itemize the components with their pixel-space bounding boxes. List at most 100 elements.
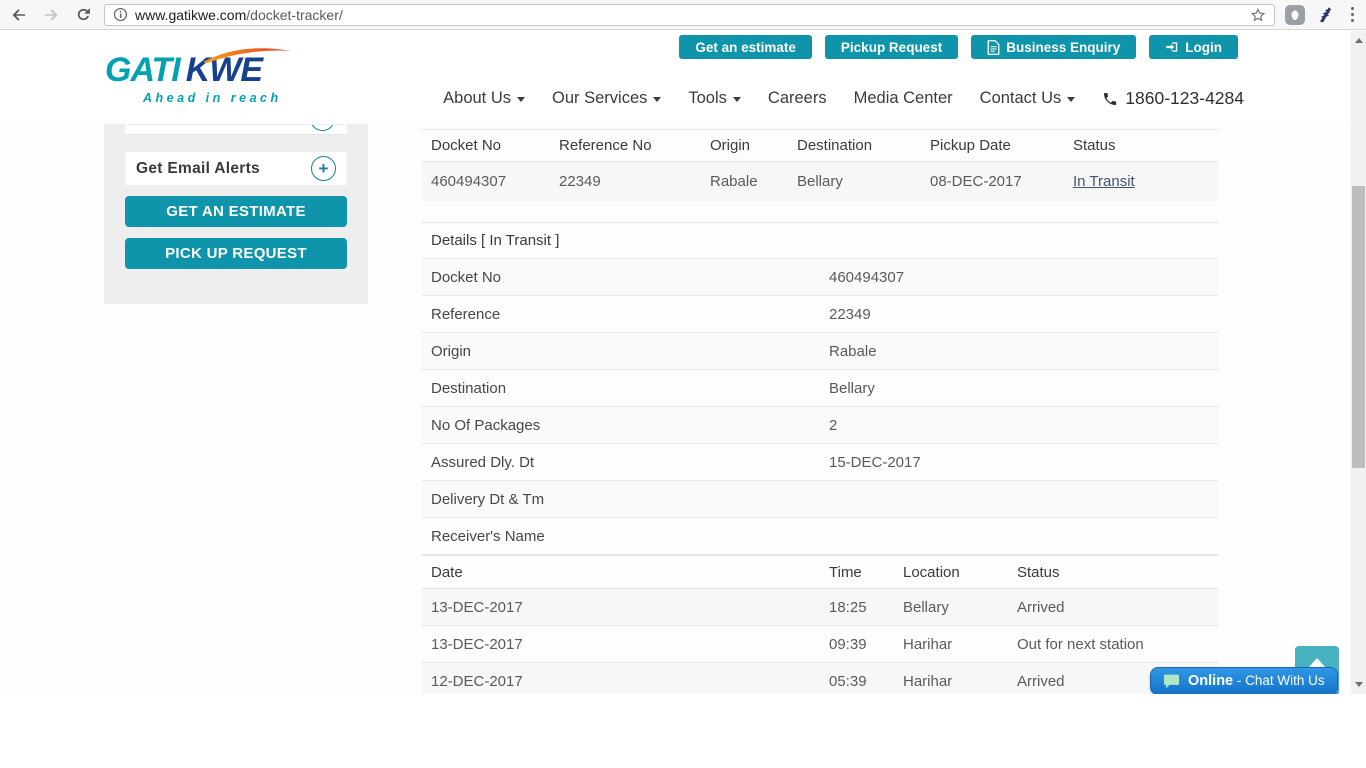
logo-swoosh-icon [201, 44, 293, 64]
get-an-estimate-label: Get an estimate [695, 39, 796, 55]
detail-row-delivery-dt: Delivery Dt & Tm [422, 481, 1218, 518]
gatikwe-logo[interactable]: GATI KWE Ahead in reach [105, 48, 295, 105]
detail-label: Destination [431, 379, 507, 397]
detail-label: Receiver's Name [431, 527, 545, 545]
history-time: 05:39 [829, 672, 867, 690]
history-table-header: Date Time Location Status [422, 555, 1218, 589]
browser-menu-icon[interactable] [1347, 7, 1358, 22]
chevron-up-icon [1309, 658, 1325, 667]
logo-wordmark: GATI KWE [105, 48, 295, 87]
email-alerts-label: Get Email Alerts [136, 159, 260, 177]
business-enquiry-label: Business Enquiry [1006, 39, 1121, 55]
detail-value: Bellary [829, 379, 875, 397]
extension-2-icon[interactable] [1315, 4, 1337, 26]
nav-about-us[interactable]: About Us [443, 89, 526, 108]
nav-our-services[interactable]: Our Services [552, 89, 662, 108]
destination-value: Bellary [797, 173, 843, 190]
detail-value: 2 [829, 416, 838, 434]
history-time: 09:39 [829, 635, 867, 653]
col-reference-no: Reference No [559, 137, 652, 154]
document-icon [987, 39, 1000, 55]
scrollbar-up-icon[interactable] [1351, 33, 1366, 48]
col-status: Status [1073, 137, 1116, 154]
detail-row-packages: No Of Packages 2 [422, 407, 1218, 444]
summary-table-header: Docket No Reference No Origin Destinatio… [422, 129, 1218, 162]
detail-value: 22349 [829, 305, 871, 323]
history-location: Harihar [903, 635, 953, 653]
detail-row-docket: Docket No 460494307 [422, 259, 1218, 296]
get-an-estimate-button[interactable]: Get an estimate [679, 35, 812, 59]
col-time: Time [829, 563, 862, 581]
nav-media-center[interactable]: Media Center [854, 89, 953, 108]
scrollbar-down-icon[interactable] [1351, 677, 1366, 692]
chat-widget-button[interactable]: Online - Chat With Us [1150, 667, 1338, 694]
extension-icon[interactable] [1284, 4, 1305, 25]
address-bar[interactable]: www.gatikwe.com/docket-tracker/ [104, 3, 1275, 26]
pickup-request-button[interactable]: Pickup Request [824, 35, 959, 59]
refresh-icon[interactable] [72, 4, 94, 26]
detail-label: Delivery Dt & Tm [431, 490, 545, 508]
get-email-alerts[interactable]: Get Email Alerts + [125, 152, 347, 185]
page-viewport: Get Email Alerts + GET AN ESTIMATE PICK … [0, 31, 1351, 694]
bookmark-star-icon[interactable] [1250, 7, 1266, 23]
pickup-date-value: 08-DEC-2017 [930, 173, 1022, 190]
history-date: 13-DEC-2017 [431, 635, 523, 653]
history-row: 13-DEC-2017 09:39 Harihar Out for next s… [422, 626, 1218, 663]
docket-results: Docket No Reference No Origin Destinatio… [422, 129, 1218, 694]
login-icon [1165, 40, 1179, 54]
nav-careers[interactable]: Careers [768, 89, 827, 108]
main-navigation: About Us Our Services Tools Careers Medi… [443, 88, 1244, 109]
col-location: Location [903, 563, 960, 581]
phone-icon [1102, 91, 1118, 107]
sms-alerts-box-clipped[interactable] [125, 125, 347, 134]
col-destination: Destination [797, 137, 873, 154]
tracker-sidebar: Get Email Alerts + GET AN ESTIMATE PICK … [104, 124, 368, 304]
detail-value [820, 518, 1218, 554]
detail-value: Rabale [829, 342, 877, 360]
plus-icon[interactable]: + [311, 156, 336, 181]
detail-label: Assured Dly. Dt [431, 453, 535, 471]
login-label: Login [1185, 39, 1222, 55]
nav-contact-us[interactable]: Contact Us [980, 89, 1076, 108]
get-estimate-button[interactable]: GET AN ESTIMATE [125, 196, 347, 227]
chat-bubble-icon [1163, 674, 1180, 689]
detail-row-assured-dly: Assured Dly. Dt 15-DEC-2017 [422, 444, 1218, 481]
detail-value: 15-DEC-2017 [829, 453, 921, 471]
col-origin: Origin [710, 137, 751, 154]
business-enquiry-button[interactable]: Business Enquiry [971, 35, 1137, 59]
detail-row-reference: Reference 22349 [422, 296, 1218, 333]
detail-label: Reference [431, 305, 501, 323]
origin-value: Rabale [710, 173, 758, 190]
detail-value [820, 481, 1218, 517]
login-button[interactable]: Login [1149, 35, 1238, 59]
docket-no-value: 460494307 [431, 173, 507, 190]
history-status: Arrived [1017, 598, 1065, 616]
history-location: Harihar [903, 672, 953, 690]
details-section-title: Details [ In Transit ] [422, 222, 1218, 259]
chevron-down-icon [517, 97, 526, 102]
nav-tools[interactable]: Tools [688, 89, 741, 108]
logo-tagline: Ahead in reach [143, 91, 282, 105]
detail-row-origin: Origin Rabale [422, 333, 1218, 370]
history-location: Bellary [903, 598, 949, 616]
summary-table-row: 460494307 22349 Rabale Bellary 08-DEC-20… [422, 162, 1218, 201]
scrollbar[interactable] [1351, 31, 1366, 694]
plus-circle-icon [310, 125, 335, 131]
url-text: www.gatikwe.com/docket-tracker/ [135, 6, 343, 23]
forward-icon[interactable] [40, 4, 62, 26]
history-time: 18:25 [829, 598, 867, 616]
info-icon[interactable] [113, 7, 128, 22]
back-icon[interactable] [8, 4, 30, 26]
col-date: Date [431, 563, 463, 581]
reference-no-value: 22349 [559, 173, 601, 190]
col-history-status: Status [1017, 563, 1060, 581]
browser-toolbar: www.gatikwe.com/docket-tracker/ [0, 0, 1366, 30]
chat-label: Online - Chat With Us [1188, 673, 1325, 689]
phone-number[interactable]: 1860-123-4284 [1102, 88, 1244, 109]
col-docket-no: Docket No [431, 137, 502, 154]
status-in-transit-link[interactable]: In Transit [1073, 173, 1135, 190]
pickup-request-button[interactable]: PICK UP REQUEST [125, 238, 347, 269]
chevron-down-icon [653, 97, 662, 102]
scrollbar-thumb[interactable] [1352, 186, 1365, 468]
history-row: 13-DEC-2017 18:25 Bellary Arrived [422, 589, 1218, 626]
